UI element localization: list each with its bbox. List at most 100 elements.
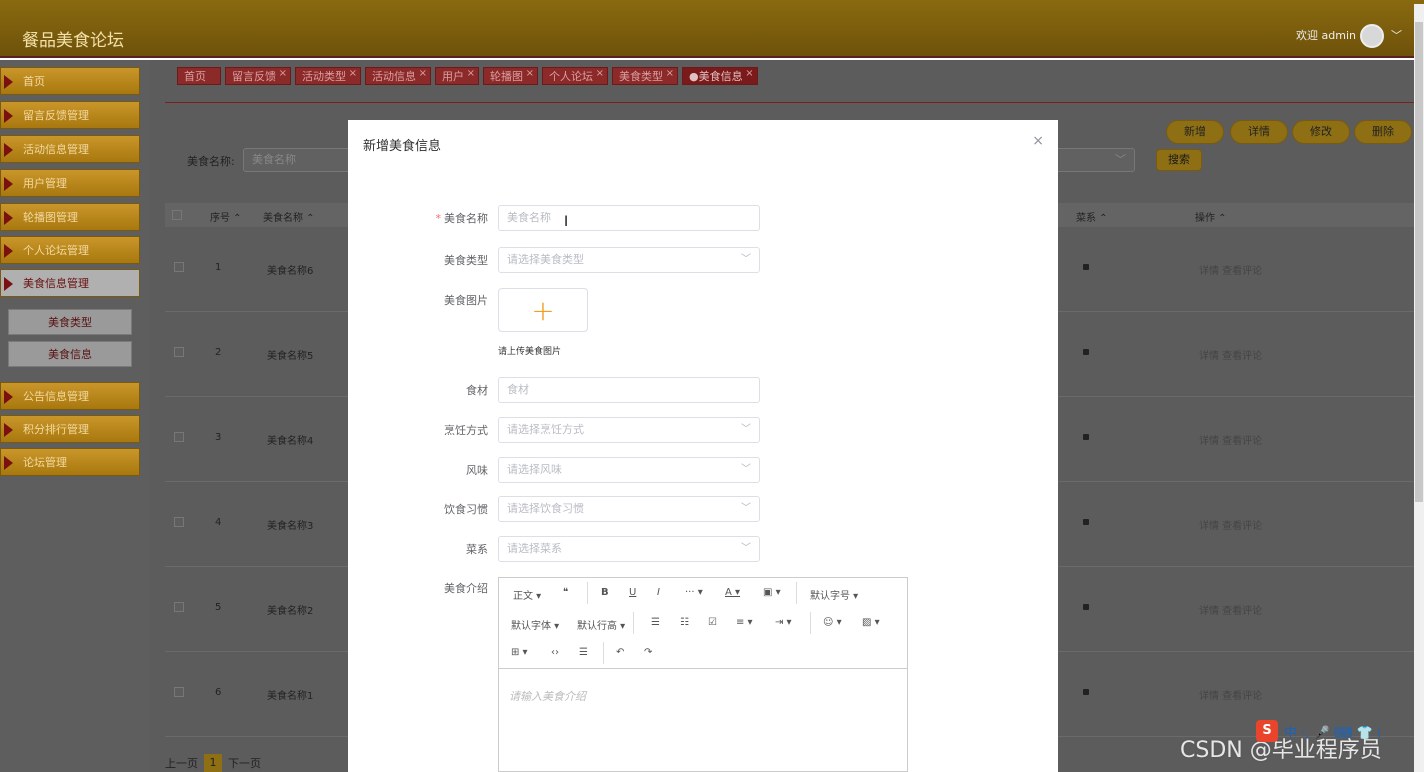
- column-header-cuisine[interactable]: 菜系 ⌃: [1076, 209, 1108, 224]
- delete-button[interactable]: 删除: [1354, 120, 1412, 144]
- ime-status[interactable]: 中 ·, 🎤 ⌨ 👕 ⁞: [1284, 722, 1381, 741]
- ime-logo-icon[interactable]: S: [1256, 720, 1278, 742]
- sidebar-item-forum[interactable]: 论坛管理: [0, 448, 140, 476]
- close-icon[interactable]: ×: [526, 68, 534, 79]
- tab-users[interactable]: 用户 ×: [435, 67, 479, 85]
- toolbar-separator: [587, 582, 588, 604]
- redo-icon[interactable]: ↷: [644, 647, 652, 658]
- tab-personal-forum[interactable]: 个人论坛 ×: [542, 67, 608, 85]
- row-checkbox[interactable]: [174, 262, 184, 272]
- todo-icon[interactable]: ☑: [708, 617, 717, 628]
- page-scrollbar[interactable]: [1414, 4, 1424, 772]
- sidebar-subitem-food-info[interactable]: 美食信息: [8, 341, 132, 367]
- add-button[interactable]: 新增: [1166, 120, 1224, 144]
- row-actions[interactable]: 详情 查看评论: [1199, 432, 1262, 447]
- cooking-method-select[interactable]: 请选择烹饪方式 ﹀: [498, 417, 760, 443]
- tab-home[interactable]: 首页: [177, 67, 221, 85]
- tab-feedback[interactable]: 留言反馈 ×: [225, 67, 291, 85]
- close-icon[interactable]: ×: [1032, 133, 1044, 149]
- image-upload-button[interactable]: +: [498, 288, 588, 332]
- undo-icon[interactable]: ↶: [616, 647, 624, 658]
- eating-habit-select[interactable]: 请选择饮食习惯 ﹀: [498, 496, 760, 522]
- more-icon[interactable]: ··· ▾: [685, 587, 703, 598]
- font-color-icon[interactable]: A ▾: [725, 587, 740, 598]
- row-actions[interactable]: 详情 查看评论: [1199, 687, 1262, 702]
- sidebar-item-users[interactable]: 用户管理: [0, 169, 140, 197]
- pagination: 上一页 1 下一页: [165, 754, 261, 772]
- row-checkbox[interactable]: [174, 687, 184, 697]
- prev-page-button[interactable]: 上一页: [165, 755, 198, 771]
- flavor-select[interactable]: 请选择风味 ﹀: [498, 457, 760, 483]
- column-header-index[interactable]: 序号 ⌃: [210, 209, 242, 224]
- underline-icon[interactable]: U: [629, 587, 636, 598]
- scrollbar-thumb[interactable]: [1415, 22, 1423, 502]
- bullet-list-icon[interactable]: ☰: [651, 617, 660, 628]
- column-header-name[interactable]: 美食名称 ⌃: [263, 209, 315, 224]
- row-checkbox[interactable]: [174, 347, 184, 357]
- close-icon[interactable]: ×: [666, 68, 674, 79]
- row-checkbox[interactable]: [174, 432, 184, 442]
- page-number[interactable]: 1: [204, 754, 222, 772]
- emoji-icon[interactable]: ☺ ▾: [823, 617, 842, 628]
- row-actions[interactable]: 详情 查看评论: [1199, 517, 1262, 532]
- sidebar-subitem-food-type[interactable]: 美食类型: [8, 309, 132, 335]
- column-header-ops[interactable]: 操作 ⌃: [1195, 209, 1227, 224]
- row-checkbox[interactable]: [174, 517, 184, 527]
- sidebar-item-personal-forum[interactable]: 个人论坛管理: [0, 236, 140, 264]
- dialog-title: 新增美食信息: [363, 139, 442, 154]
- indent-icon[interactable]: ⇥ ▾: [775, 617, 792, 628]
- row-checkbox[interactable]: [174, 602, 184, 612]
- cuisine-icon: [1083, 604, 1089, 610]
- tab-activity-type[interactable]: 活动类型 ×: [295, 67, 361, 85]
- close-icon[interactable]: ×: [279, 68, 287, 79]
- cuisine-select[interactable]: 请选择菜系 ﹀: [498, 536, 760, 562]
- food-name-input[interactable]: 美食名称: [498, 205, 760, 231]
- background-color-icon[interactable]: ▣ ▾: [763, 587, 781, 598]
- quote-icon[interactable]: ❝: [563, 587, 568, 598]
- bold-icon[interactable]: B: [601, 587, 609, 598]
- ordered-list-icon[interactable]: ☷: [680, 617, 689, 628]
- close-icon[interactable]: ×: [419, 68, 427, 79]
- sidebar-item-activity[interactable]: 活动信息管理: [0, 135, 140, 163]
- row-actions[interactable]: 详情 查看评论: [1199, 602, 1262, 617]
- image-icon[interactable]: ▨ ▾: [862, 617, 880, 628]
- italic-icon[interactable]: I: [657, 587, 660, 598]
- tab-food-type[interactable]: 美食类型 ×: [612, 67, 678, 85]
- sidebar-item-home[interactable]: 首页: [0, 67, 140, 95]
- search-input[interactable]: 美食名称: [243, 148, 353, 172]
- sidebar-item-food[interactable]: 美食信息管理: [0, 269, 140, 297]
- line-height-select[interactable]: 默认行高 ▾: [577, 617, 625, 632]
- sidebar-item-points[interactable]: 积分排行管理: [0, 415, 140, 443]
- sidebar-item-feedback[interactable]: 留言反馈管理: [0, 101, 140, 129]
- table-icon[interactable]: ⊞ ▾: [511, 647, 528, 658]
- editor-content[interactable]: 请输入美食介绍: [509, 688, 586, 704]
- divider-icon[interactable]: ☰: [579, 647, 588, 658]
- select-all-checkbox[interactable]: [172, 210, 182, 220]
- code-icon[interactable]: ‹›: [551, 647, 559, 658]
- search-button[interactable]: 搜索: [1156, 149, 1202, 171]
- tab-carousel[interactable]: 轮播图 ×: [483, 67, 538, 85]
- sidebar-item-carousel[interactable]: 轮播图管理: [0, 203, 140, 231]
- chevron-down-icon[interactable]: ﹀: [1391, 27, 1402, 43]
- tab-activity-info[interactable]: 活动信息 ×: [365, 67, 431, 85]
- paragraph-select[interactable]: 正文 ▾: [513, 587, 541, 602]
- close-icon[interactable]: ×: [467, 68, 475, 79]
- detail-button[interactable]: 详情: [1230, 120, 1288, 144]
- row-actions[interactable]: 详情 查看评论: [1199, 347, 1262, 362]
- ingredients-input[interactable]: 食材: [498, 377, 760, 403]
- font-size-select[interactable]: 默认字号 ▾: [810, 587, 858, 602]
- close-icon[interactable]: ×: [349, 68, 357, 79]
- close-icon[interactable]: ×: [596, 68, 604, 79]
- triangle-icon: [4, 277, 13, 291]
- align-icon[interactable]: ≡ ▾: [736, 617, 753, 628]
- edit-button[interactable]: 修改: [1292, 120, 1350, 144]
- row-actions[interactable]: 详情 查看评论: [1199, 262, 1262, 277]
- food-type-select[interactable]: 请选择美食类型 ﹀: [498, 247, 760, 273]
- sidebar-item-notice[interactable]: 公告信息管理: [0, 382, 140, 410]
- filter-select[interactable]: ﹀: [1055, 148, 1135, 172]
- avatar[interactable]: [1360, 24, 1384, 48]
- tab-food-info[interactable]: ●美食信息 ×: [682, 67, 758, 85]
- font-family-select[interactable]: 默认字体 ▾: [511, 617, 559, 632]
- close-icon[interactable]: ×: [745, 68, 753, 79]
- next-page-button[interactable]: 下一页: [228, 755, 261, 771]
